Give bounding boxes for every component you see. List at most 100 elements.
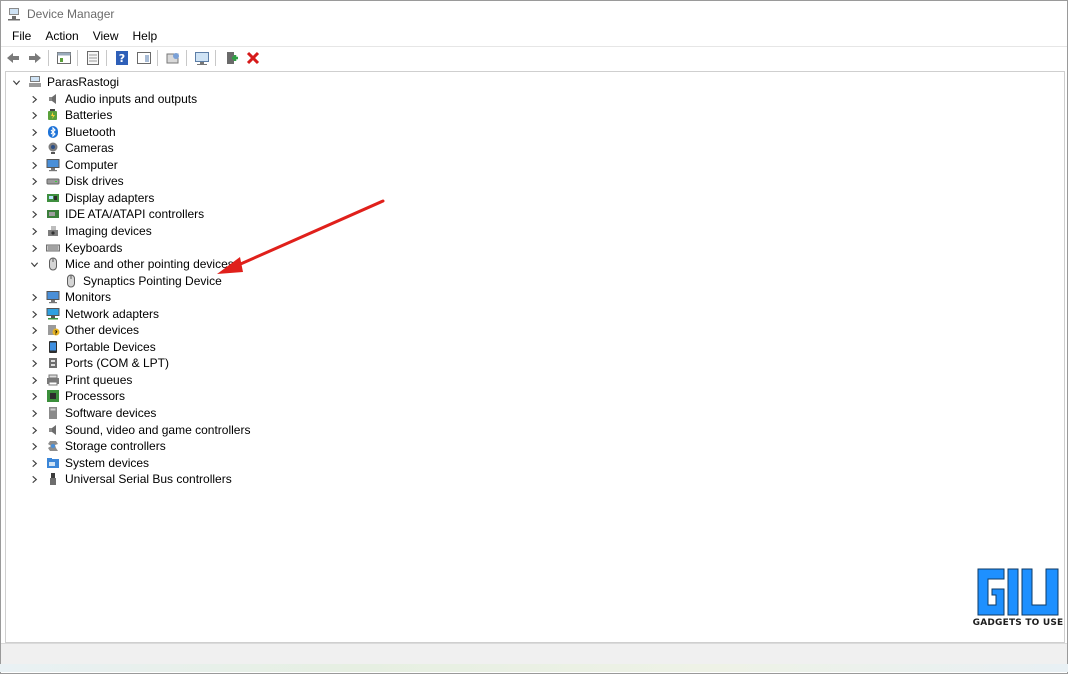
tree-node-label: Sound, video and game controllers [65,423,251,437]
ide-controller-icon [46,207,60,221]
expand-toggle[interactable] [28,142,40,154]
uninstall-device-button[interactable] [243,48,263,68]
expand-toggle[interactable] [28,440,40,452]
expand-toggle[interactable] [28,159,40,171]
chevron-right-icon [31,111,37,119]
back-button[interactable] [3,48,23,68]
expand-toggle[interactable] [28,424,40,436]
tree-category-imaging-devices[interactable]: Imaging devices [28,223,152,239]
mouse-icon [46,257,60,271]
tree-category-processors[interactable]: Processors [28,388,125,404]
tree-category-mice-and-other-pointing-devices[interactable]: Mice and other pointing devices [28,256,234,272]
mouse-icon [64,274,78,288]
expand-toggle[interactable] [28,457,40,469]
tree-node-label: Batteries [65,108,113,122]
expand-toggle[interactable] [28,109,40,121]
expand-toggle[interactable] [28,126,40,138]
tree-category-print-queues[interactable]: Print queues [28,372,132,388]
expand-toggle[interactable] [28,225,40,237]
tree-category-bluetooth[interactable]: Bluetooth [28,124,116,140]
tree-category-network-adapters[interactable]: Network adapters [28,306,159,322]
keyboard-icon [46,241,60,255]
tree-node-label: Universal Serial Bus controllers [65,472,232,486]
expand-toggle[interactable] [10,76,22,88]
tree-node-label: Keyboards [65,241,123,255]
expand-toggle[interactable] [28,357,40,369]
tree-node-label: Other devices [65,323,140,337]
enable-device-button[interactable] [221,48,241,68]
forward-button[interactable] [25,48,45,68]
expand-toggle[interactable] [28,175,40,187]
expand-toggle[interactable] [28,374,40,386]
help-button[interactable]: ? [112,48,132,68]
menu-action[interactable]: Action [39,29,84,43]
toolbar-separator [77,50,78,66]
chevron-right-icon [31,310,37,318]
tree-node-label: Bluetooth [65,125,116,139]
expand-toggle[interactable] [28,93,40,105]
expand-toggle[interactable] [28,473,40,485]
tree-category-monitors[interactable]: Monitors [28,289,111,305]
chevron-right-icon [31,376,37,384]
expand-toggle[interactable] [28,341,40,353]
menu-file[interactable]: File [6,29,37,43]
tree-category-system-devices[interactable]: System devices [28,455,149,471]
expand-toggle[interactable] [28,324,40,336]
title-bar: Device Manager [1,1,1067,27]
properties-icon [57,52,71,64]
show-hidden-button[interactable] [83,48,103,68]
chevron-right-icon [31,144,37,152]
tree-category-batteries[interactable]: Batteries [28,107,112,123]
tree-category-software-devices[interactable]: Software devices [28,405,156,421]
tree-category-storage-controllers[interactable]: Storage controllers [28,438,166,454]
action-pane-button[interactable] [134,48,154,68]
chevron-down-icon [30,261,38,267]
tree-category-other-devices[interactable]: ? Other devices [28,322,139,338]
menu-view[interactable]: View [87,29,125,43]
expand-toggle[interactable] [28,390,40,402]
network-icon [46,307,60,321]
expand-toggle[interactable] [28,208,40,220]
expand-toggle[interactable] [28,291,40,303]
expand-toggle[interactable] [28,308,40,320]
system-folder-icon [46,456,60,470]
monitor-icon [46,290,60,304]
scan-hardware-button[interactable] [192,48,212,68]
tree-device-node[interactable]: Synaptics Pointing Device [46,273,222,289]
tree-category-portable-devices[interactable]: Portable Devices [28,339,156,355]
chevron-right-icon [31,442,37,450]
tree-node-label: Network adapters [65,307,160,321]
update-driver-icon [166,53,179,64]
chevron-right-icon [31,426,37,434]
tree-node-label: Display adapters [65,191,155,205]
device-tree-pane[interactable]: ParasRastogi Audio inputs and outputs Batt… [5,71,1065,643]
tree-category-keyboards[interactable]: Keyboards [28,240,122,256]
expand-toggle[interactable] [28,192,40,204]
portable-device-icon [46,340,60,354]
tree-category-disk-drives[interactable]: Disk drives [28,173,124,189]
chevron-right-icon [31,343,37,351]
uninstall-x-icon [246,51,260,65]
expand-toggle[interactable] [28,242,40,254]
tree-category-cameras[interactable]: Cameras [28,140,114,156]
tree-category-computer[interactable]: Computer [28,157,118,173]
tree-root-node[interactable]: ParasRastogi [10,74,119,90]
tree-node-label: Portable Devices [65,340,156,354]
tree-category-ide-ata-atapi-controllers[interactable]: IDE ATA/ATAPI controllers [28,206,204,222]
chevron-right-icon [31,161,37,169]
enable-device-icon [227,52,238,64]
tree-category-ports-com-lpt[interactable]: Ports (COM & LPT) [28,355,169,371]
update-driver-button[interactable] [163,48,183,68]
tree-category-display-adapters[interactable]: Display adapters [28,190,154,206]
menu-help[interactable]: Help [127,29,164,43]
expand-toggle[interactable] [28,407,40,419]
tree-category-sound-video-and-game-controllers[interactable]: Sound, video and game controllers [28,422,250,438]
tree-node-label: Monitors [65,290,112,304]
expand-toggle[interactable] [28,258,40,270]
properties-button[interactable] [54,48,74,68]
tree-node-label: Imaging devices [65,224,152,238]
tree-category-universal-serial-bus-controllers[interactable]: Universal Serial Bus controllers [28,471,232,487]
tree-category-audio-inputs-and-outputs[interactable]: Audio inputs and outputs [28,91,197,107]
chevron-right-icon [31,475,37,483]
